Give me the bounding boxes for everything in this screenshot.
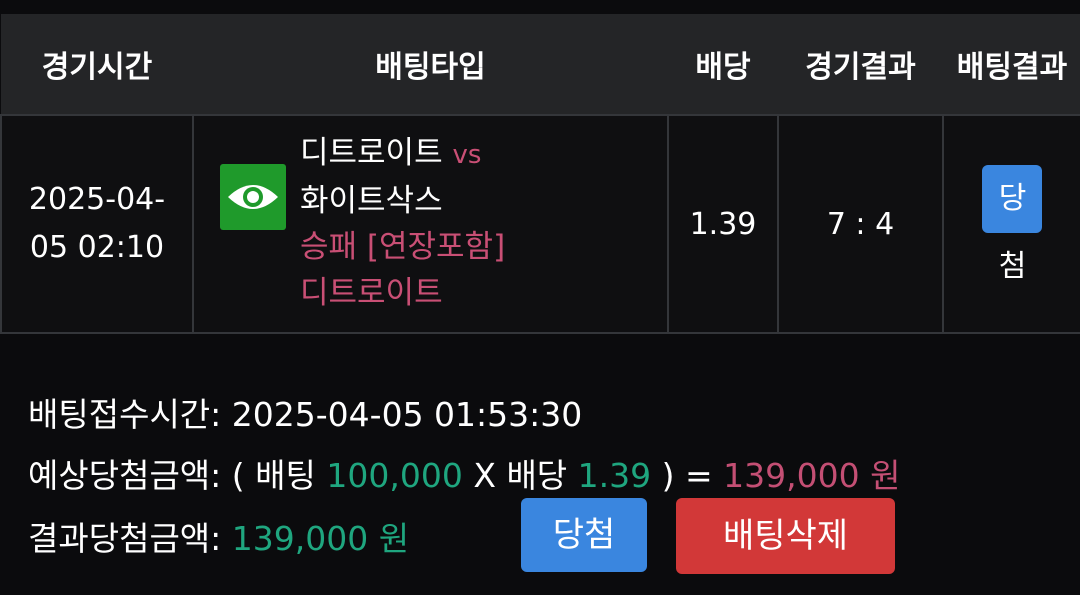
match-teams-line: 디트로이트 vs bbox=[300, 130, 505, 178]
game-time-rest: 05 02:10 bbox=[29, 230, 165, 265]
final-win-label: 결과당첨금액: bbox=[28, 519, 222, 558]
expected-odds: 1.39 bbox=[577, 456, 652, 495]
accept-time-label: 배팅접수시간: bbox=[28, 395, 222, 434]
expected-mid: X 배당 bbox=[473, 456, 568, 495]
expected-open: ( 배팅 bbox=[231, 456, 316, 495]
table-row: 2025-04- 05 02:10 디트로이트 vs 화이트삭스 승패 [연장포… bbox=[0, 114, 1080, 334]
delete-bet-button[interactable]: 배팅삭제 bbox=[676, 498, 895, 574]
home-team: 디트로이트 bbox=[300, 135, 443, 171]
score-cell: 7 : 4 bbox=[777, 114, 944, 334]
accept-time-line: 배팅접수시간: 2025-04-05 01:53:30 bbox=[28, 388, 582, 436]
table-header-row: 경기시간 배팅타입 배당 경기결과 배팅결과 bbox=[1, 14, 1080, 115]
top-strip bbox=[0, 0, 1080, 14]
header-game-result: 경기결과 bbox=[778, 14, 943, 115]
bet-history-table: 경기시간 배팅타입 배당 경기결과 배팅결과 2025-04- 05 02:10 bbox=[0, 14, 1080, 334]
header-bet-result: 배팅결과 bbox=[943, 14, 1080, 115]
final-win-value: 139,000 원 bbox=[231, 519, 410, 558]
header-game-time: 경기시간 bbox=[1, 14, 193, 115]
win-button[interactable]: 당첨 bbox=[521, 498, 647, 572]
expected-close: ) = bbox=[661, 456, 713, 495]
away-team: 화이트삭스 bbox=[300, 183, 443, 219]
header-bet-type: 배팅타입 bbox=[193, 14, 668, 115]
final-win-line: 결과당첨금액: 139,000 원 bbox=[28, 512, 409, 560]
bet-type-cell: 디트로이트 vs 화이트삭스 승패 [연장포함] 디트로이트 bbox=[192, 114, 669, 334]
header-odds: 배당 bbox=[668, 14, 778, 115]
market-type: 승패 [연장포함] bbox=[300, 229, 506, 265]
game-time-cell: 2025-04- 05 02:10 bbox=[0, 114, 194, 334]
odds-cell: 1.39 bbox=[667, 114, 779, 334]
bet-amount: 100,000 bbox=[326, 456, 463, 495]
game-time-date: 2025-04- bbox=[28, 182, 166, 217]
eye-icon[interactable] bbox=[220, 164, 286, 230]
expected-total: 139,000 원 bbox=[723, 456, 901, 495]
result-win-badge[interactable]: 당첨 bbox=[982, 164, 1042, 284]
bet-result-cell: 당첨 bbox=[942, 114, 1080, 334]
vs-label: vs bbox=[452, 140, 482, 170]
bet-pick: 디트로이트 bbox=[300, 275, 443, 311]
expected-win-line: 예상당첨금액: ( 배팅 100,000 X 배당 1.39 ) = 139,0… bbox=[28, 449, 901, 497]
expected-win-label: 예상당첨금액: bbox=[28, 456, 222, 495]
accept-time-value: 2025-04-05 01:53:30 bbox=[231, 395, 583, 434]
